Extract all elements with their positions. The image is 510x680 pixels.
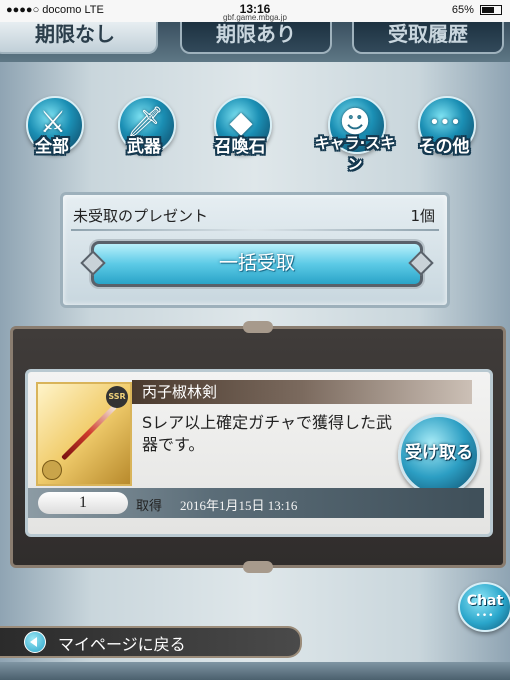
category-summon-button[interactable]: ◆ 召喚石 [200, 96, 280, 162]
frame-ornament-top [243, 321, 273, 333]
chat-label: Chat [466, 593, 504, 609]
bottom-strip [0, 662, 510, 680]
category-character-button[interactable]: ☻ キャラ·スキン [310, 96, 400, 173]
category-other-button[interactable]: ••• その他 [404, 96, 484, 162]
bulk-receive-button[interactable]: 一括受取 [91, 241, 423, 287]
status-bar: ●●●●○ docomo LTE 13:16 gbf.game.mbga.jp … [0, 0, 510, 22]
category-weapon-button[interactable]: 🗡 武器 [104, 96, 184, 162]
present-item-card: SSR 丙子椒林剣 Sレア以上確定ガチャで獲得した武器です。 受け取る 1 取得… [25, 369, 493, 537]
present-list-frame: SSR 丙子椒林剣 Sレア以上確定ガチャで獲得した武器です。 受け取る 1 取得… [10, 321, 506, 573]
unreceived-present-panel: 未受取のプレゼント 1個 一括受取 [60, 192, 450, 308]
tab-bar: 期限なし 期限あり 受取履歴 [0, 22, 510, 62]
item-info-bar: 1 取得 2016年1月15日 13:16 [28, 488, 484, 518]
battery-status: 65% [452, 4, 502, 16]
category-other-label: その他 [418, 137, 470, 157]
category-character-label: キャラ·スキン [314, 134, 396, 173]
item-description: Sレア以上確定ガチャで獲得した武器です。 [142, 413, 392, 454]
frame-ornament-bottom [243, 561, 273, 573]
chat-dots-icon: ••• [475, 611, 495, 621]
unreceived-title: 未受取のプレゼント [73, 207, 209, 225]
back-arrow-icon [24, 631, 46, 653]
tab-no-expiry[interactable]: 期限なし [0, 22, 158, 54]
receive-button[interactable]: 受け取る [398, 414, 480, 496]
category-summon-label: 召喚石 [214, 137, 266, 157]
item-thumbnail: SSR [36, 382, 132, 486]
category-all-button[interactable]: ⚔ 全部 [12, 96, 92, 162]
divider [71, 229, 439, 231]
unreceived-count: 1個 [410, 207, 435, 225]
tab-receive-history[interactable]: 受取履歴 [352, 22, 504, 54]
acquired-label: 取得 [136, 499, 163, 514]
category-all-label: 全部 [35, 137, 69, 157]
item-quantity: 1 [38, 492, 128, 514]
battery-percent: 65% [451, 4, 474, 16]
back-to-mypage-button[interactable]: マイページに戻る [0, 626, 302, 658]
rarity-badge: SSR [106, 386, 128, 408]
element-icon [42, 460, 62, 480]
acquired-date: 2016年1月15日 13:16 [180, 498, 298, 513]
tab-with-expiry[interactable]: 期限あり [180, 22, 332, 54]
item-name: 丙子椒林剣 [132, 380, 472, 404]
battery-icon [480, 5, 502, 16]
weapon-image [61, 404, 117, 461]
url-label: gbf.game.mbga.jp [222, 13, 288, 22]
chat-button[interactable]: Chat ••• [458, 582, 510, 632]
category-weapon-label: 武器 [127, 137, 161, 157]
back-label: マイページに戻る [58, 635, 186, 654]
